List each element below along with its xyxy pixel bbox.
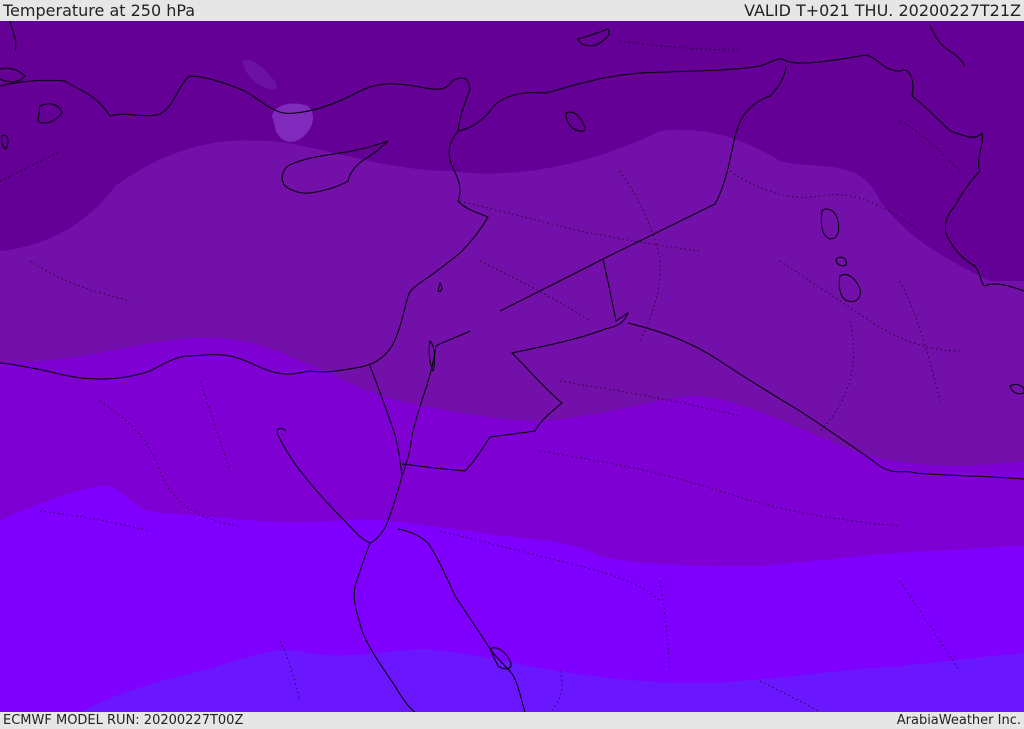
header-bar: Temperature at 250 hPa VALID T+021 THU. … xyxy=(0,0,1024,21)
map-title: Temperature at 250 hPa xyxy=(3,1,196,20)
model-run: ECMWF MODEL RUN: 20200227T00Z xyxy=(3,713,244,728)
valid-time: VALID T+021 THU. 20200227T21Z xyxy=(744,1,1021,20)
credit: ArabiaWeather Inc. xyxy=(896,713,1021,728)
weather-map[interactable] xyxy=(0,21,1024,712)
footer-bar: ECMWF MODEL RUN: 20200227T00Z ArabiaWeat… xyxy=(0,712,1024,729)
